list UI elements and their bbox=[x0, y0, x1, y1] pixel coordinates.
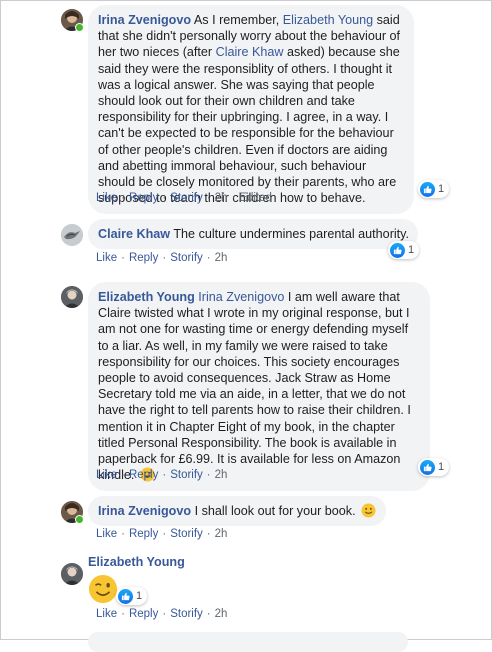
reply-link[interactable]: Reply bbox=[129, 192, 158, 204]
storify-link[interactable]: Storify bbox=[170, 469, 203, 481]
reaction-count-badge[interactable]: 1 bbox=[418, 458, 450, 476]
like-link[interactable]: Like bbox=[96, 469, 117, 481]
next-comment-bubble-partial bbox=[88, 632, 408, 652]
comment-text: I am well aware that Claire twisted what… bbox=[98, 290, 411, 483]
comment-text: The culture undermines parental authorit… bbox=[170, 227, 410, 241]
reply-link[interactable]: Reply bbox=[129, 469, 158, 481]
mention-link[interactable]: Elizabeth Young bbox=[283, 13, 373, 27]
comment-actions: Like · Reply · Storify · 2h bbox=[96, 528, 228, 540]
edited-label[interactable]: Edited bbox=[239, 192, 272, 204]
comment-author[interactable]: Claire Khaw bbox=[98, 227, 170, 241]
comment-timestamp[interactable]: 2h bbox=[215, 469, 228, 481]
like-link[interactable]: Like bbox=[96, 192, 117, 204]
mention-link[interactable]: Irina Zvenigovo bbox=[195, 290, 284, 304]
reaction-count-badge[interactable]: 1 bbox=[418, 180, 450, 198]
like-link[interactable]: Like bbox=[96, 528, 117, 540]
comment-timestamp[interactable]: 2h bbox=[215, 192, 228, 204]
like-reaction-icon bbox=[390, 242, 405, 258]
avatar[interactable] bbox=[61, 563, 83, 585]
reaction-count-badge[interactable]: 1 bbox=[388, 241, 420, 259]
comment-timestamp[interactable]: 2h bbox=[215, 252, 228, 264]
avatar[interactable] bbox=[61, 224, 83, 246]
reaction-count: 1 bbox=[408, 244, 415, 256]
reaction-count-badge[interactable]: 1 bbox=[116, 587, 148, 605]
comment-actions: Like · Reply · Storify · 2h bbox=[96, 608, 228, 620]
comment-bubble: Irina Zvenigovo As I remember, Elizabeth… bbox=[88, 5, 414, 215]
comment-actions: Like · Reply · Storify · 2h bbox=[96, 469, 228, 481]
mention-link[interactable]: Claire Khaw bbox=[216, 45, 284, 59]
comment-author[interactable]: Irina Zvenigovo bbox=[98, 504, 191, 518]
reaction-count: 1 bbox=[438, 461, 445, 473]
comment-actions: Like · Reply · Storify · 2h · Edited bbox=[96, 192, 272, 204]
like-link[interactable]: Like bbox=[96, 608, 117, 620]
comment-actions: Like · Reply · Storify · 2h bbox=[96, 252, 228, 264]
comment-author[interactable]: Irina Zvenigovo bbox=[98, 13, 191, 27]
online-status-icon bbox=[75, 515, 84, 524]
avatar[interactable] bbox=[61, 286, 83, 308]
reply-link[interactable]: Reply bbox=[129, 608, 158, 620]
reaction-count: 1 bbox=[136, 590, 143, 602]
online-status-icon bbox=[75, 23, 84, 32]
reply-link[interactable]: Reply bbox=[129, 252, 158, 264]
storify-link[interactable]: Storify bbox=[170, 252, 203, 264]
storify-link[interactable]: Storify bbox=[170, 528, 203, 540]
reaction-count: 1 bbox=[438, 183, 445, 195]
comment-bubble: Elizabeth Young Irina Zvenigovo I am wel… bbox=[88, 282, 430, 492]
comment-bubble: Claire Khaw The culture undermines paren… bbox=[88, 219, 418, 249]
comment-bubble: Irina Zvenigovo I shall look out for you… bbox=[88, 496, 386, 526]
comment-timestamp[interactable]: 2h bbox=[215, 528, 228, 540]
like-reaction-icon bbox=[118, 588, 133, 604]
storify-link[interactable]: Storify bbox=[170, 192, 203, 204]
comment-text: asked) because she said they were the re… bbox=[98, 45, 400, 206]
storify-link[interactable]: Storify bbox=[170, 608, 203, 620]
comment-text: I shall look out for your book. bbox=[191, 504, 356, 518]
like-reaction-icon bbox=[420, 181, 435, 197]
slight-smile-emoji-icon bbox=[361, 503, 376, 518]
comment-timestamp[interactable]: 2h bbox=[215, 608, 228, 620]
comment-text: As I remember, bbox=[191, 13, 283, 27]
like-link[interactable]: Like bbox=[96, 252, 117, 264]
reply-link[interactable]: Reply bbox=[129, 528, 158, 540]
comment-author[interactable]: Elizabeth Young bbox=[98, 290, 195, 304]
wink-emoji-icon bbox=[88, 574, 118, 604]
comment-author[interactable]: Elizabeth Young bbox=[88, 555, 185, 569]
like-reaction-icon bbox=[420, 459, 435, 475]
